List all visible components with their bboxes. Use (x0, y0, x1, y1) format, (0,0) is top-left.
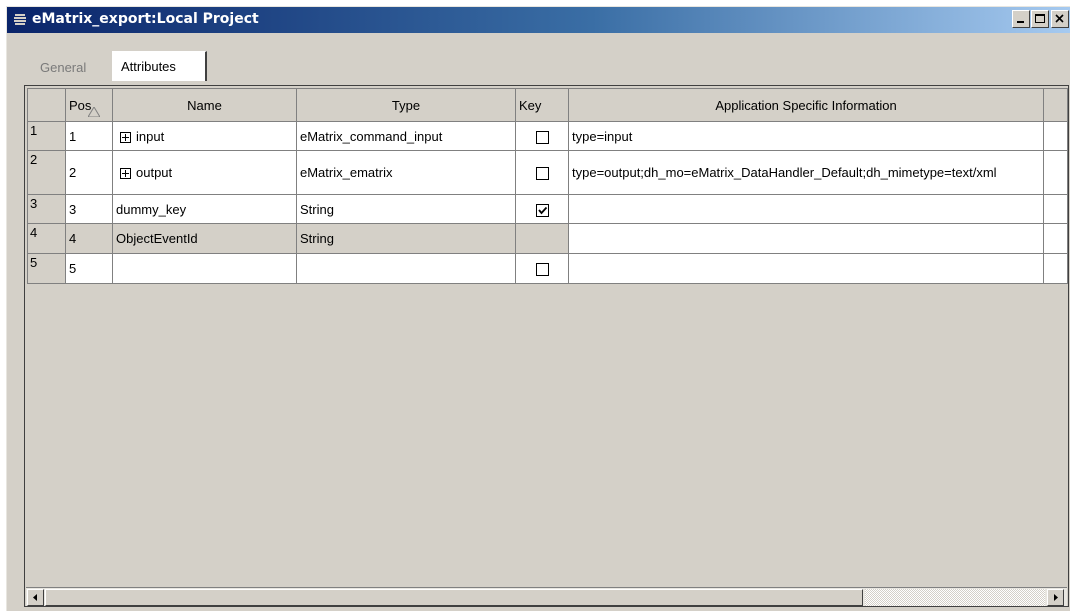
key-checkbox[interactable] (535, 203, 549, 217)
tab-attributes[interactable]: Attributes (112, 51, 207, 81)
table-row[interactable]: 3 3 dummy_key String (27, 194, 1068, 224)
pos-cell[interactable]: 3 (65, 194, 113, 224)
column-header-key[interactable]: Key (515, 88, 569, 122)
name-cell[interactable]: dummy_key (112, 194, 297, 224)
column-header-asi[interactable]: Application Specific Information (568, 88, 1044, 122)
column-header-type[interactable]: Type (296, 88, 516, 122)
type-cell[interactable] (296, 253, 516, 284)
attributes-grid: Pos Name Type Key Application Specific I… (24, 85, 1069, 607)
scroll-track[interactable] (865, 589, 1045, 606)
row-number[interactable]: 3 (27, 194, 66, 224)
header-row: Pos Name Type Key Application Specific I… (27, 88, 1068, 122)
key-cell[interactable] (515, 253, 569, 284)
table-row[interactable]: 2 2 output eMatrix_ematrix type=output;d… (27, 150, 1068, 195)
title-bar[interactable]: eMatrix_export:Local Project (7, 7, 1070, 33)
key-cell[interactable] (515, 150, 569, 195)
scroll-left-button[interactable] (27, 589, 44, 606)
type-cell[interactable]: eMatrix_command_input (296, 121, 516, 151)
key-cell[interactable] (515, 194, 569, 224)
maximize-button[interactable] (1031, 10, 1049, 28)
scroll-thumb[interactable] (45, 589, 863, 606)
asi-cell[interactable]: type=input (568, 121, 1044, 151)
spacer-cell (1043, 194, 1068, 224)
name-text: output (136, 165, 173, 180)
name-cell[interactable]: input (112, 121, 297, 151)
window: eMatrix_export:Local Project General Att… (6, 6, 1070, 611)
column-header-name[interactable]: Name (112, 88, 297, 122)
attributes-table: Pos Name Type Key Application Specific I… (27, 88, 1068, 284)
spacer-cell (1043, 121, 1068, 151)
spacer-cell (1043, 253, 1068, 284)
pos-cell[interactable]: 2 (65, 150, 113, 195)
corner-header (27, 88, 66, 122)
close-button[interactable] (1051, 10, 1069, 28)
maximize-icon (1035, 14, 1045, 23)
name-text: input (136, 128, 165, 144)
row-number[interactable]: 5 (27, 253, 66, 284)
column-header-spacer (1043, 88, 1068, 122)
close-icon (1055, 14, 1064, 23)
expand-icon[interactable] (120, 131, 131, 143)
minimize-icon (1017, 21, 1024, 23)
name-cell[interactable]: output (112, 150, 297, 195)
minimize-button[interactable] (1012, 10, 1030, 28)
tab-general[interactable]: General (32, 53, 112, 81)
pos-cell[interactable]: 5 (65, 253, 113, 284)
column-header-pos[interactable]: Pos (65, 88, 113, 122)
table-row[interactable]: 4 4 ObjectEventId String (27, 223, 1068, 254)
horizontal-scrollbar[interactable] (26, 587, 1067, 606)
type-cell[interactable]: String (296, 194, 516, 224)
asi-cell[interactable] (568, 223, 1044, 254)
name-cell[interactable] (112, 253, 297, 284)
scroll-right-button[interactable] (1047, 589, 1064, 606)
table-row[interactable]: 5 5 (27, 253, 1068, 284)
key-checkbox[interactable] (535, 167, 549, 181)
type-cell[interactable]: String (296, 223, 516, 254)
window-title: eMatrix_export:Local Project (32, 11, 259, 27)
key-checkbox[interactable] (535, 130, 549, 144)
sort-icon (88, 107, 100, 117)
table-row[interactable]: 1 1 input eMatrix_command_input type=inp… (27, 121, 1068, 151)
name-cell[interactable]: ObjectEventId (112, 223, 297, 254)
spacer-cell (1043, 223, 1068, 254)
asi-cell[interactable]: type=output;dh_mo=eMatrix_DataHandler_De… (568, 150, 1044, 195)
scroll-left-icon (33, 594, 37, 601)
key-cell[interactable] (515, 121, 569, 151)
row-number[interactable]: 2 (27, 150, 66, 195)
row-number[interactable]: 1 (27, 121, 66, 151)
expand-icon[interactable] (120, 168, 131, 180)
row-number[interactable]: 4 (27, 223, 66, 254)
scroll-right-icon (1054, 594, 1058, 601)
checkmark-icon (537, 206, 547, 214)
pos-cell[interactable]: 1 (65, 121, 113, 151)
window-icon (14, 14, 26, 25)
spacer-cell (1043, 150, 1068, 195)
key-cell[interactable] (515, 223, 569, 254)
type-cell[interactable]: eMatrix_ematrix (296, 150, 516, 195)
asi-cell[interactable] (568, 253, 1044, 284)
pos-cell[interactable]: 4 (65, 223, 113, 254)
asi-cell[interactable] (568, 194, 1044, 224)
key-checkbox[interactable] (535, 263, 549, 277)
